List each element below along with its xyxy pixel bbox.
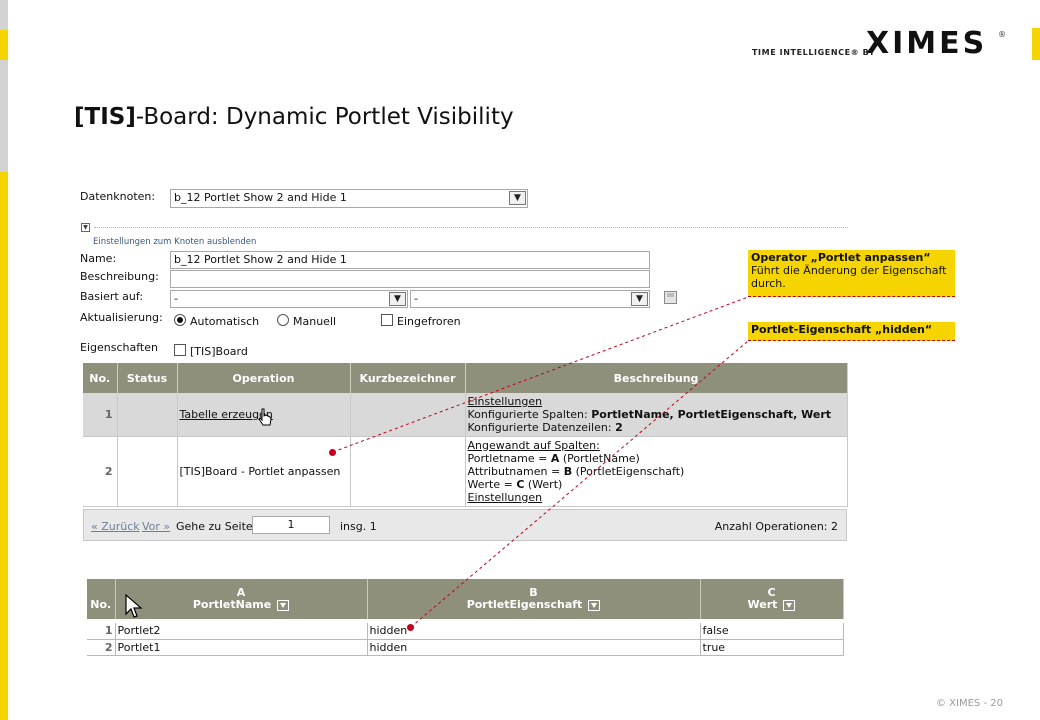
leader-line-property [410, 340, 749, 628]
callout-marker-dot [329, 449, 336, 456]
leader-line-operator [332, 296, 749, 453]
copyright: © XIMES - 20 [936, 698, 1003, 709]
callout-marker-dot [407, 624, 414, 631]
callout-leader-lines [332, 296, 749, 628]
